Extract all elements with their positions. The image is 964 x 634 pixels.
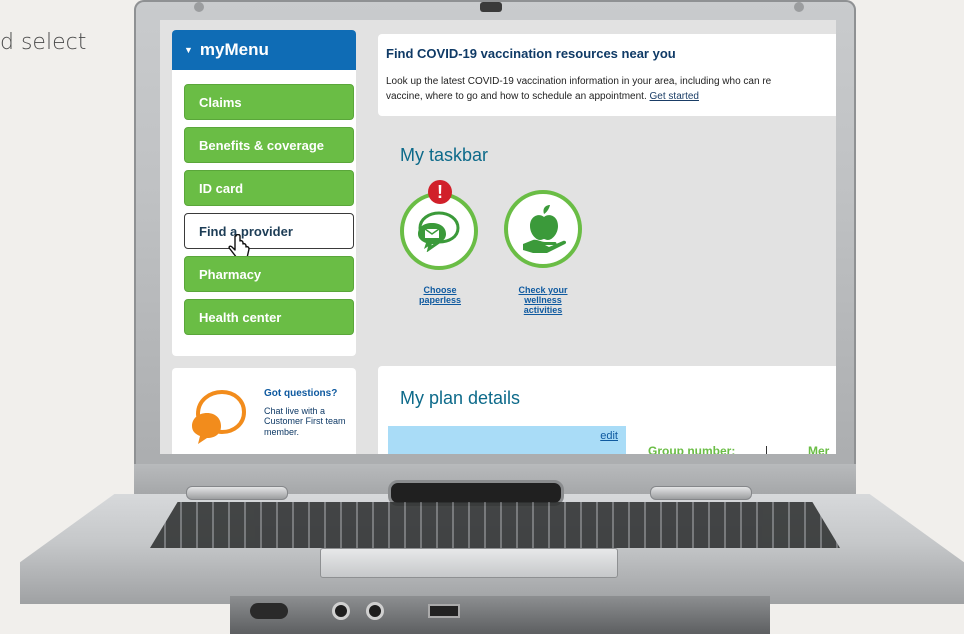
power-port	[250, 603, 288, 619]
lid-screw	[194, 2, 204, 12]
group-number-label: Group number:	[648, 444, 736, 454]
covid-line-2-text: vaccine, where to go and how to schedule…	[386, 91, 647, 102]
chat-box[interactable]: Got questions? Chat live with a Customer…	[172, 368, 356, 454]
menu-item-claims[interactable]: Claims	[184, 84, 354, 120]
alert-badge: !	[428, 180, 452, 204]
member-label: Mer	[808, 444, 830, 454]
covid-line-1: Look up the latest COVID-19 vaccination …	[386, 76, 772, 87]
menu-item-health-center[interactable]: Health center	[184, 299, 354, 335]
menu-item-label: ID card	[199, 180, 244, 196]
covid-banner: Find COVID-19 vaccination resources near…	[378, 34, 836, 116]
edit-link[interactable]: edit	[600, 430, 618, 442]
covid-title: Find COVID-19 vaccination resources near…	[386, 46, 676, 61]
menu-item-label: Pharmacy	[199, 266, 262, 282]
laptop-screen: ▼ myMenu Claims Benefits & coverage ID c…	[160, 20, 836, 454]
paperless-chat-icon	[418, 211, 460, 252]
menu-item-benefits-coverage[interactable]: Benefits & coverage	[184, 127, 354, 163]
plan-details-card: My plan details edit Group number: Mer	[378, 366, 836, 454]
hinge-left	[186, 486, 288, 500]
task-label-line: paperless	[418, 294, 462, 305]
taskbar-heading: My taskbar	[400, 145, 489, 165]
laptop-front-edge	[230, 596, 770, 634]
divider	[766, 446, 767, 454]
menu-item-label: Claims	[199, 94, 242, 110]
hinge-right	[650, 486, 752, 500]
covid-line-2: vaccine, where to go and how to schedule…	[386, 89, 836, 104]
chat-text: Chat live with a Customer First team mem…	[264, 406, 346, 437]
lid-screw	[794, 2, 804, 12]
audio-jack	[332, 602, 350, 620]
chat-title: Got questions?	[264, 388, 338, 399]
mymenu-title: myMenu	[199, 40, 269, 59]
covid-text: Look up the latest COVID-19 vaccination …	[386, 74, 836, 104]
audio-jack	[366, 602, 384, 620]
apple-in-hand-icon	[523, 205, 567, 253]
mymenu-header[interactable]: ▼ myMenu	[172, 30, 356, 70]
keyboard	[150, 502, 840, 548]
page-caption: d select	[0, 30, 87, 55]
get-started-link[interactable]: Get started	[650, 91, 699, 102]
choose-paperless-link[interactable]: Choose paperless	[410, 285, 470, 306]
usb-port	[428, 604, 460, 618]
menu-item-label: Health center	[199, 309, 282, 325]
caret-down-icon: ▼	[184, 45, 193, 55]
webcam	[480, 2, 502, 12]
plan-heading: My plan details	[400, 388, 521, 408]
mymenu-panel: ▼ myMenu Claims Benefits & coverage ID c…	[172, 30, 356, 356]
menu-item-label: Benefits & coverage	[199, 137, 324, 153]
wellness-activities-link[interactable]: Check your wellness activities	[506, 285, 580, 316]
menu-item-id-card[interactable]: ID card	[184, 170, 354, 206]
menu-item-pharmacy[interactable]: Pharmacy	[184, 256, 354, 292]
menu-item-find-a-provider[interactable]: Find a provider	[184, 213, 354, 259]
wellness-activities-button[interactable]	[504, 190, 582, 268]
touchpad	[320, 548, 618, 578]
chat-bubbles-icon	[192, 389, 247, 444]
plan-summary-box: edit	[388, 426, 626, 454]
task-label-line: activities	[523, 304, 563, 315]
